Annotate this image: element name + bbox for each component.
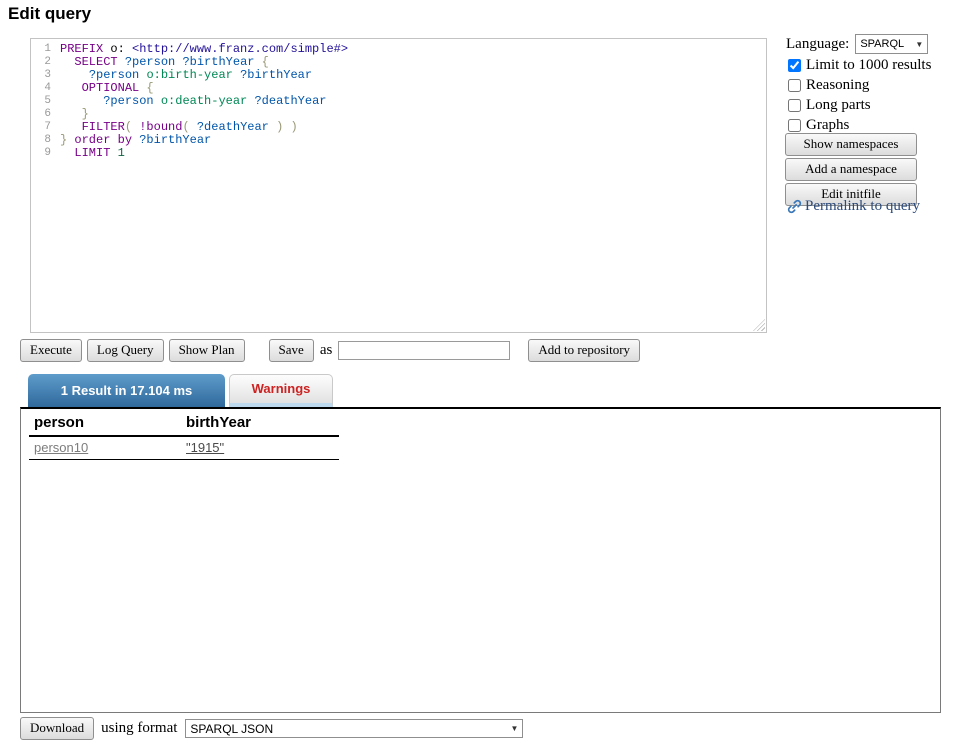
page-title: Edit query — [8, 4, 91, 24]
results-body: person10 "1915" — [29, 436, 339, 460]
format-selected-value: SPARQL JSON — [190, 722, 273, 736]
line-number: 8 — [31, 134, 58, 147]
query-toolbar: Execute Log Query Show Plan Save as Add … — [20, 339, 640, 362]
option-graphs: Graphs — [788, 115, 931, 135]
line-number: 5 — [31, 95, 58, 108]
query-options: Limit to 1000 results Reasoning Long par… — [788, 55, 931, 135]
code-line[interactable]: ?person o:death-year ?deathYear — [60, 95, 752, 108]
table-row: person10 "1915" — [29, 436, 339, 460]
results-table: personbirthYear person10 "1915" — [29, 411, 339, 460]
chain-link-icon — [786, 198, 803, 215]
dropdown-arrow-icon: ▼ — [511, 724, 519, 733]
results-panel: personbirthYear person10 "1915" — [20, 407, 941, 713]
tab-results[interactable]: 1 Result in 17.104 ms — [28, 374, 225, 407]
column-header-birthyear: birthYear — [181, 411, 339, 436]
edit-query-page: Edit query 123456789 PREFIX o: <http://w… — [0, 0, 972, 748]
execute-button[interactable]: Execute — [20, 339, 82, 362]
save-as-input[interactable] — [338, 341, 510, 360]
namespace-buttons: Show namespaces Add a namespace Edit ini… — [785, 133, 917, 206]
result-tabs: 1 Result in 17.104 ms Warnings — [28, 374, 333, 407]
graphs-checkbox[interactable] — [788, 119, 801, 132]
line-number: 3 — [31, 69, 58, 82]
download-row: Download using format SPARQL JSON ▼ — [20, 717, 523, 740]
show-namespaces-button[interactable]: Show namespaces — [785, 133, 917, 156]
tab-warnings[interactable]: Warnings — [229, 374, 333, 407]
log-query-button[interactable]: Log Query — [87, 339, 164, 362]
editor-code[interactable]: PREFIX o: <http://www.franz.com/simple#>… — [60, 43, 752, 160]
save-button[interactable]: Save — [269, 339, 314, 362]
language-label: Language: — [786, 36, 849, 53]
save-as-label: as — [320, 342, 333, 359]
editor-gutter: 123456789 — [31, 43, 58, 160]
dropdown-arrow-icon: ▼ — [915, 40, 923, 49]
using-format-label: using format — [101, 720, 177, 737]
option-reasoning: Reasoning — [788, 75, 931, 95]
resize-grip-icon[interactable] — [753, 319, 765, 331]
code-line[interactable]: } order by ?birthYear — [60, 134, 752, 147]
line-number: 7 — [31, 121, 58, 134]
format-select[interactable]: SPARQL JSON ▼ — [185, 719, 523, 738]
line-number: 4 — [31, 82, 58, 95]
line-number: 1 — [31, 43, 58, 56]
long-parts-checkbox[interactable] — [788, 99, 801, 112]
limit-results-checkbox[interactable] — [788, 59, 801, 72]
language-select[interactable]: SPARQL ▼ — [855, 34, 928, 54]
reasoning-label[interactable]: Reasoning — [806, 77, 869, 94]
show-plan-button[interactable]: Show Plan — [169, 339, 245, 362]
result-cell: person10 — [29, 436, 181, 460]
result-cell: "1915" — [181, 436, 339, 460]
language-selected-value: SPARQL — [860, 38, 904, 50]
add-to-repository-button[interactable]: Add to repository — [528, 339, 640, 362]
column-header-person: person — [29, 411, 181, 436]
result-value-link[interactable]: "1915" — [186, 440, 224, 455]
code-line[interactable]: ?person o:birth-year ?birthYear — [60, 69, 752, 82]
limit-results-label[interactable]: Limit to 1000 results — [806, 57, 931, 74]
line-number: 6 — [31, 108, 58, 121]
code-line[interactable]: LIMIT 1 — [60, 147, 752, 160]
results-header-row: personbirthYear — [29, 411, 339, 436]
line-number: 9 — [31, 147, 58, 160]
long-parts-label[interactable]: Long parts — [806, 97, 871, 114]
graphs-label[interactable]: Graphs — [806, 117, 849, 134]
option-long-parts: Long parts — [788, 95, 931, 115]
result-value-link[interactable]: person10 — [34, 440, 88, 455]
language-row: Language: SPARQL ▼ — [786, 34, 928, 54]
line-number: 2 — [31, 56, 58, 69]
reasoning-checkbox[interactable] — [788, 79, 801, 92]
permalink-label: Permalink to query — [805, 198, 920, 215]
add-namespace-button[interactable]: Add a namespace — [785, 158, 917, 181]
option-limit-results: Limit to 1000 results — [788, 55, 931, 75]
download-button[interactable]: Download — [20, 717, 94, 740]
permalink-link[interactable]: Permalink to query — [786, 198, 920, 215]
query-editor[interactable]: 123456789 PREFIX o: <http://www.franz.co… — [30, 38, 767, 333]
